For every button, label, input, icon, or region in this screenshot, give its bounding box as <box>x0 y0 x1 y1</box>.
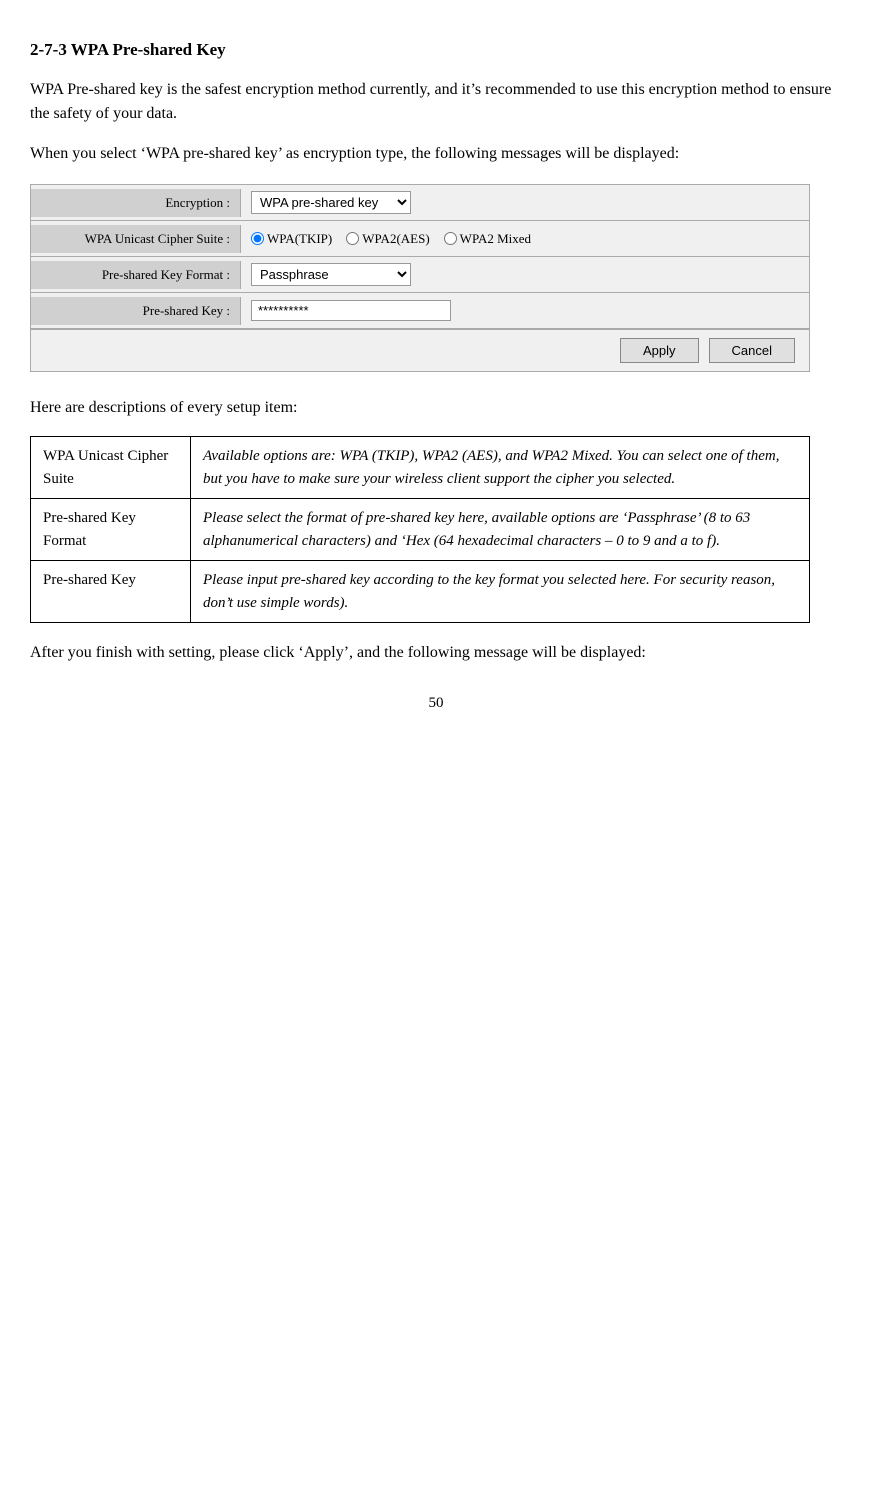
wpa-tkip-radio[interactable] <box>251 232 264 245</box>
preshared-key-row: Pre-shared Key : <box>31 293 809 329</box>
encryption-value: WPA pre-shared key <box>241 186 809 219</box>
wpa-unicast-row: WPA Unicast Cipher Suite : WPA(TKIP) WPA… <box>31 221 809 257</box>
wpa-tkip-option[interactable]: WPA(TKIP) <box>251 231 332 247</box>
table-row: Pre-shared KeyPlease input pre-shared ke… <box>31 561 810 623</box>
encryption-label: Encryption : <box>31 189 241 217</box>
outro-paragraph: After you finish with setting, please cl… <box>30 641 842 665</box>
preshared-format-label: Pre-shared Key Format : <box>31 261 241 289</box>
wpa2-aes-radio[interactable] <box>346 232 359 245</box>
table-row: Pre-shared Key FormatPlease select the f… <box>31 499 810 561</box>
descriptions-table: WPA Unicast Cipher SuiteAvailable option… <box>30 436 810 623</box>
encryption-row: Encryption : WPA pre-shared key <box>31 185 809 221</box>
preshared-format-row: Pre-shared Key Format : Passphrase <box>31 257 809 293</box>
wpa-radio-group: WPA(TKIP) WPA2(AES) WPA2 Mixed <box>251 231 531 247</box>
preshared-key-label: Pre-shared Key : <box>31 297 241 325</box>
wpa2-mixed-option[interactable]: WPA2 Mixed <box>444 231 531 247</box>
wpa-unicast-options: WPA(TKIP) WPA2(AES) WPA2 Mixed <box>241 226 809 252</box>
intro-paragraph-1: WPA Pre-shared key is the safest encrypt… <box>30 78 842 126</box>
desc-cell: Please input pre-shared key according to… <box>191 561 810 623</box>
wpa2-mixed-label: WPA2 Mixed <box>460 231 531 247</box>
page-number: 50 <box>30 695 842 712</box>
desc-cell: Please select the format of pre-shared k… <box>191 499 810 561</box>
intro-paragraph-2: When you select ‘WPA pre-shared key’ as … <box>30 142 842 166</box>
button-row: Apply Cancel <box>31 329 809 371</box>
ui-mockup: Encryption : WPA pre-shared key WPA Unic… <box>30 184 810 372</box>
preshared-key-value <box>241 295 809 326</box>
wpa2-aes-label: WPA2(AES) <box>362 231 429 247</box>
desc-cell: Available options are: WPA (TKIP), WPA2 … <box>191 437 810 499</box>
wpa2-aes-option[interactable]: WPA2(AES) <box>346 231 429 247</box>
preshared-format-value: Passphrase <box>241 258 809 291</box>
wpa-tkip-label: WPA(TKIP) <box>267 231 332 247</box>
apply-button[interactable]: Apply <box>620 338 699 363</box>
section-heading: 2-7-3 WPA Pre-shared Key <box>30 40 842 60</box>
desc-heading: Here are descriptions of every setup ite… <box>30 396 842 420</box>
table-row: WPA Unicast Cipher SuiteAvailable option… <box>31 437 810 499</box>
preshared-key-input[interactable] <box>251 300 451 321</box>
term-cell: WPA Unicast Cipher Suite <box>31 437 191 499</box>
term-cell: Pre-shared Key <box>31 561 191 623</box>
wpa2-mixed-radio[interactable] <box>444 232 457 245</box>
preshared-format-select[interactable]: Passphrase <box>251 263 411 286</box>
term-cell: Pre-shared Key Format <box>31 499 191 561</box>
encryption-select[interactable]: WPA pre-shared key <box>251 191 411 214</box>
cancel-button[interactable]: Cancel <box>709 338 795 363</box>
wpa-unicast-label: WPA Unicast Cipher Suite : <box>31 225 241 253</box>
